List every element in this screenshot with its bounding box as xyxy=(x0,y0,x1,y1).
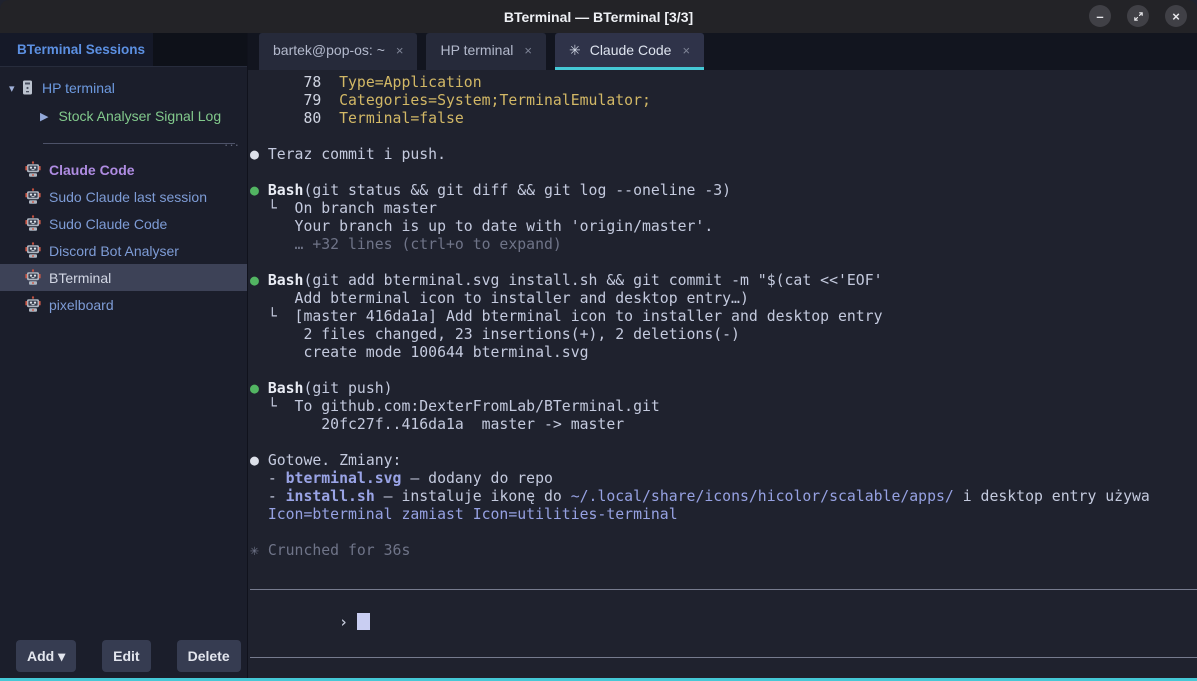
terminal-line: 20fc27f..416da1a master -> master xyxy=(250,416,1197,434)
session-list: Claude Code Sudo Claude last session Sud… xyxy=(0,156,247,318)
close-button[interactable]: × xyxy=(1165,5,1187,27)
terminal-line: - bterminal.svg — dodany do repo xyxy=(250,470,1197,488)
delete-button[interactable]: Delete xyxy=(177,640,241,672)
maximize-icon xyxy=(1133,11,1144,22)
permissions-status: ▸▸ bypass permissions on (shift+tab to c… xyxy=(250,668,1197,678)
terminal-view[interactable]: 78 Type=Application 79 Categories=System… xyxy=(248,70,1197,678)
prompt-chevron-icon: › xyxy=(339,614,357,631)
session-item[interactable]: pixelboard xyxy=(0,291,247,318)
tab-bar: bartek@pop-os: ~ × HP terminal × ✳ Claude Cod… xyxy=(248,33,1197,70)
terminal-line: Add bterminal icon to installer and desk… xyxy=(250,290,1197,308)
close-icon: × xyxy=(1172,10,1180,23)
terminal-line: 78 Type=Application xyxy=(250,74,1197,92)
terminal-line: - install.sh — instaluje ikonę do ~/.loc… xyxy=(250,488,1197,506)
minimize-button[interactable]: – xyxy=(1089,5,1111,27)
terminal-line xyxy=(250,164,1197,182)
tree-item-stock-analyser[interactable]: ▶ Stock Analyser Signal Log xyxy=(0,104,247,128)
tab-label: Claude Code xyxy=(590,42,672,58)
terminal-line: ✳ Crunched for 36s xyxy=(250,542,1197,560)
play-icon[interactable]: ▶ xyxy=(40,110,48,123)
main-area: bartek@pop-os: ~ × HP terminal × ✳ Claude Cod… xyxy=(248,33,1197,678)
terminal-line xyxy=(250,362,1197,380)
tab[interactable]: ✳ Claude Code × xyxy=(555,33,704,70)
robot-icon xyxy=(25,269,41,286)
robot-icon xyxy=(25,296,41,313)
sidebar-header-tab: BTerminal Sessions xyxy=(0,33,153,66)
terminal-output: 78 Type=Application 79 Categories=System… xyxy=(250,74,1197,560)
session-item[interactable]: Sudo Claude last session xyxy=(0,183,247,210)
session-actions: Add ▾ Edit Delete xyxy=(16,640,241,672)
session-item[interactable]: Discord Bot Analyser xyxy=(0,237,247,264)
session-label: Discord Bot Analyser xyxy=(49,243,179,259)
tab-label: HP terminal xyxy=(440,42,513,58)
terminal-line: ● Teraz commit i push. xyxy=(250,146,1197,164)
session-item[interactable]: BTerminal xyxy=(0,264,247,291)
tab[interactable]: HP terminal × xyxy=(426,33,545,70)
session-label: pixelboard xyxy=(49,297,114,313)
terminal-line: Icon=bterminal zamiast Icon=utilities-te… xyxy=(250,506,1197,524)
terminal-line: └ To github.com:DexterFromLab/BTerminal.… xyxy=(250,398,1197,416)
title-bar[interactable]: BTerminal — BTerminal [3/3] – × xyxy=(0,0,1197,33)
session-label: Sudo Claude Code xyxy=(49,216,167,232)
session-label: Sudo Claude last session xyxy=(49,189,207,205)
terminal-line: ● Gotowe. Zmiany: xyxy=(250,452,1197,470)
terminal-line: ● Bash(git add bterminal.svg install.sh … xyxy=(250,272,1197,290)
tab[interactable]: bartek@pop-os: ~ × xyxy=(259,33,417,70)
add-button[interactable]: Add ▾ xyxy=(16,640,76,672)
session-label: Claude Code xyxy=(49,162,135,178)
terminal-line: └ [master 416da1a] Add bterminal icon to… xyxy=(250,308,1197,326)
text-cursor xyxy=(357,613,370,630)
tab-close-icon[interactable]: × xyxy=(524,43,532,58)
terminal-line: 79 Categories=System;TerminalEmulator; xyxy=(250,92,1197,110)
window-title: BTerminal — BTerminal [3/3] xyxy=(504,9,693,25)
sessions-sidebar: BTerminal Sessions ▾ HP terminal ▶ Stock… xyxy=(0,33,248,678)
bterminal-window: BTerminal — BTerminal [3/3] – × BTermina… xyxy=(0,0,1197,681)
chevron-down-icon[interactable]: ▾ xyxy=(9,82,22,95)
terminal-line: ● Bash(git status && git diff && git log… xyxy=(250,182,1197,200)
terminal-line xyxy=(250,254,1197,272)
drag-dots-icon: ··· xyxy=(224,137,240,152)
terminal-line xyxy=(250,128,1197,146)
edit-button[interactable]: Edit xyxy=(102,640,150,672)
tree-item-label: HP terminal xyxy=(42,80,115,96)
maximize-button[interactable] xyxy=(1127,5,1149,27)
tab-close-icon[interactable]: × xyxy=(682,43,690,58)
robot-icon xyxy=(25,161,41,178)
prompt-input[interactable]: › xyxy=(250,589,1197,658)
robot-icon xyxy=(25,215,41,232)
window-controls: – × xyxy=(1089,5,1187,27)
terminal-line: ● Bash(git push) xyxy=(250,380,1197,398)
tree-item-hp-terminal[interactable]: ▾ HP terminal xyxy=(0,77,247,99)
tab-activity-icon: ✳ xyxy=(569,42,581,59)
sidebar-resize-handle[interactable]: ··· xyxy=(43,143,235,144)
tree-item-label: Stock Analyser Signal Log xyxy=(58,108,221,124)
tab-close-icon[interactable]: × xyxy=(396,43,404,58)
session-item[interactable]: Claude Code xyxy=(0,156,247,183)
terminal-line xyxy=(250,524,1197,542)
terminal-line: create mode 100644 bterminal.svg xyxy=(250,344,1197,362)
terminal-line: └ On branch master xyxy=(250,200,1197,218)
terminal-line: … +32 lines (ctrl+o to expand) xyxy=(250,236,1197,254)
minimize-icon: – xyxy=(1096,10,1103,23)
sidebar-header: BTerminal Sessions xyxy=(0,33,247,67)
terminal-line: Your branch is up to date with 'origin/m… xyxy=(250,218,1197,236)
terminal-line: 80 Terminal=false xyxy=(250,110,1197,128)
computer-icon xyxy=(22,80,33,96)
tab-label: bartek@pop-os: ~ xyxy=(273,42,385,58)
terminal-line xyxy=(250,434,1197,452)
session-label: BTerminal xyxy=(49,270,111,286)
robot-icon xyxy=(25,242,41,259)
terminal-line: 2 files changed, 23 insertions(+), 2 del… xyxy=(250,326,1197,344)
session-item[interactable]: Sudo Claude Code xyxy=(0,210,247,237)
robot-icon xyxy=(25,188,41,205)
